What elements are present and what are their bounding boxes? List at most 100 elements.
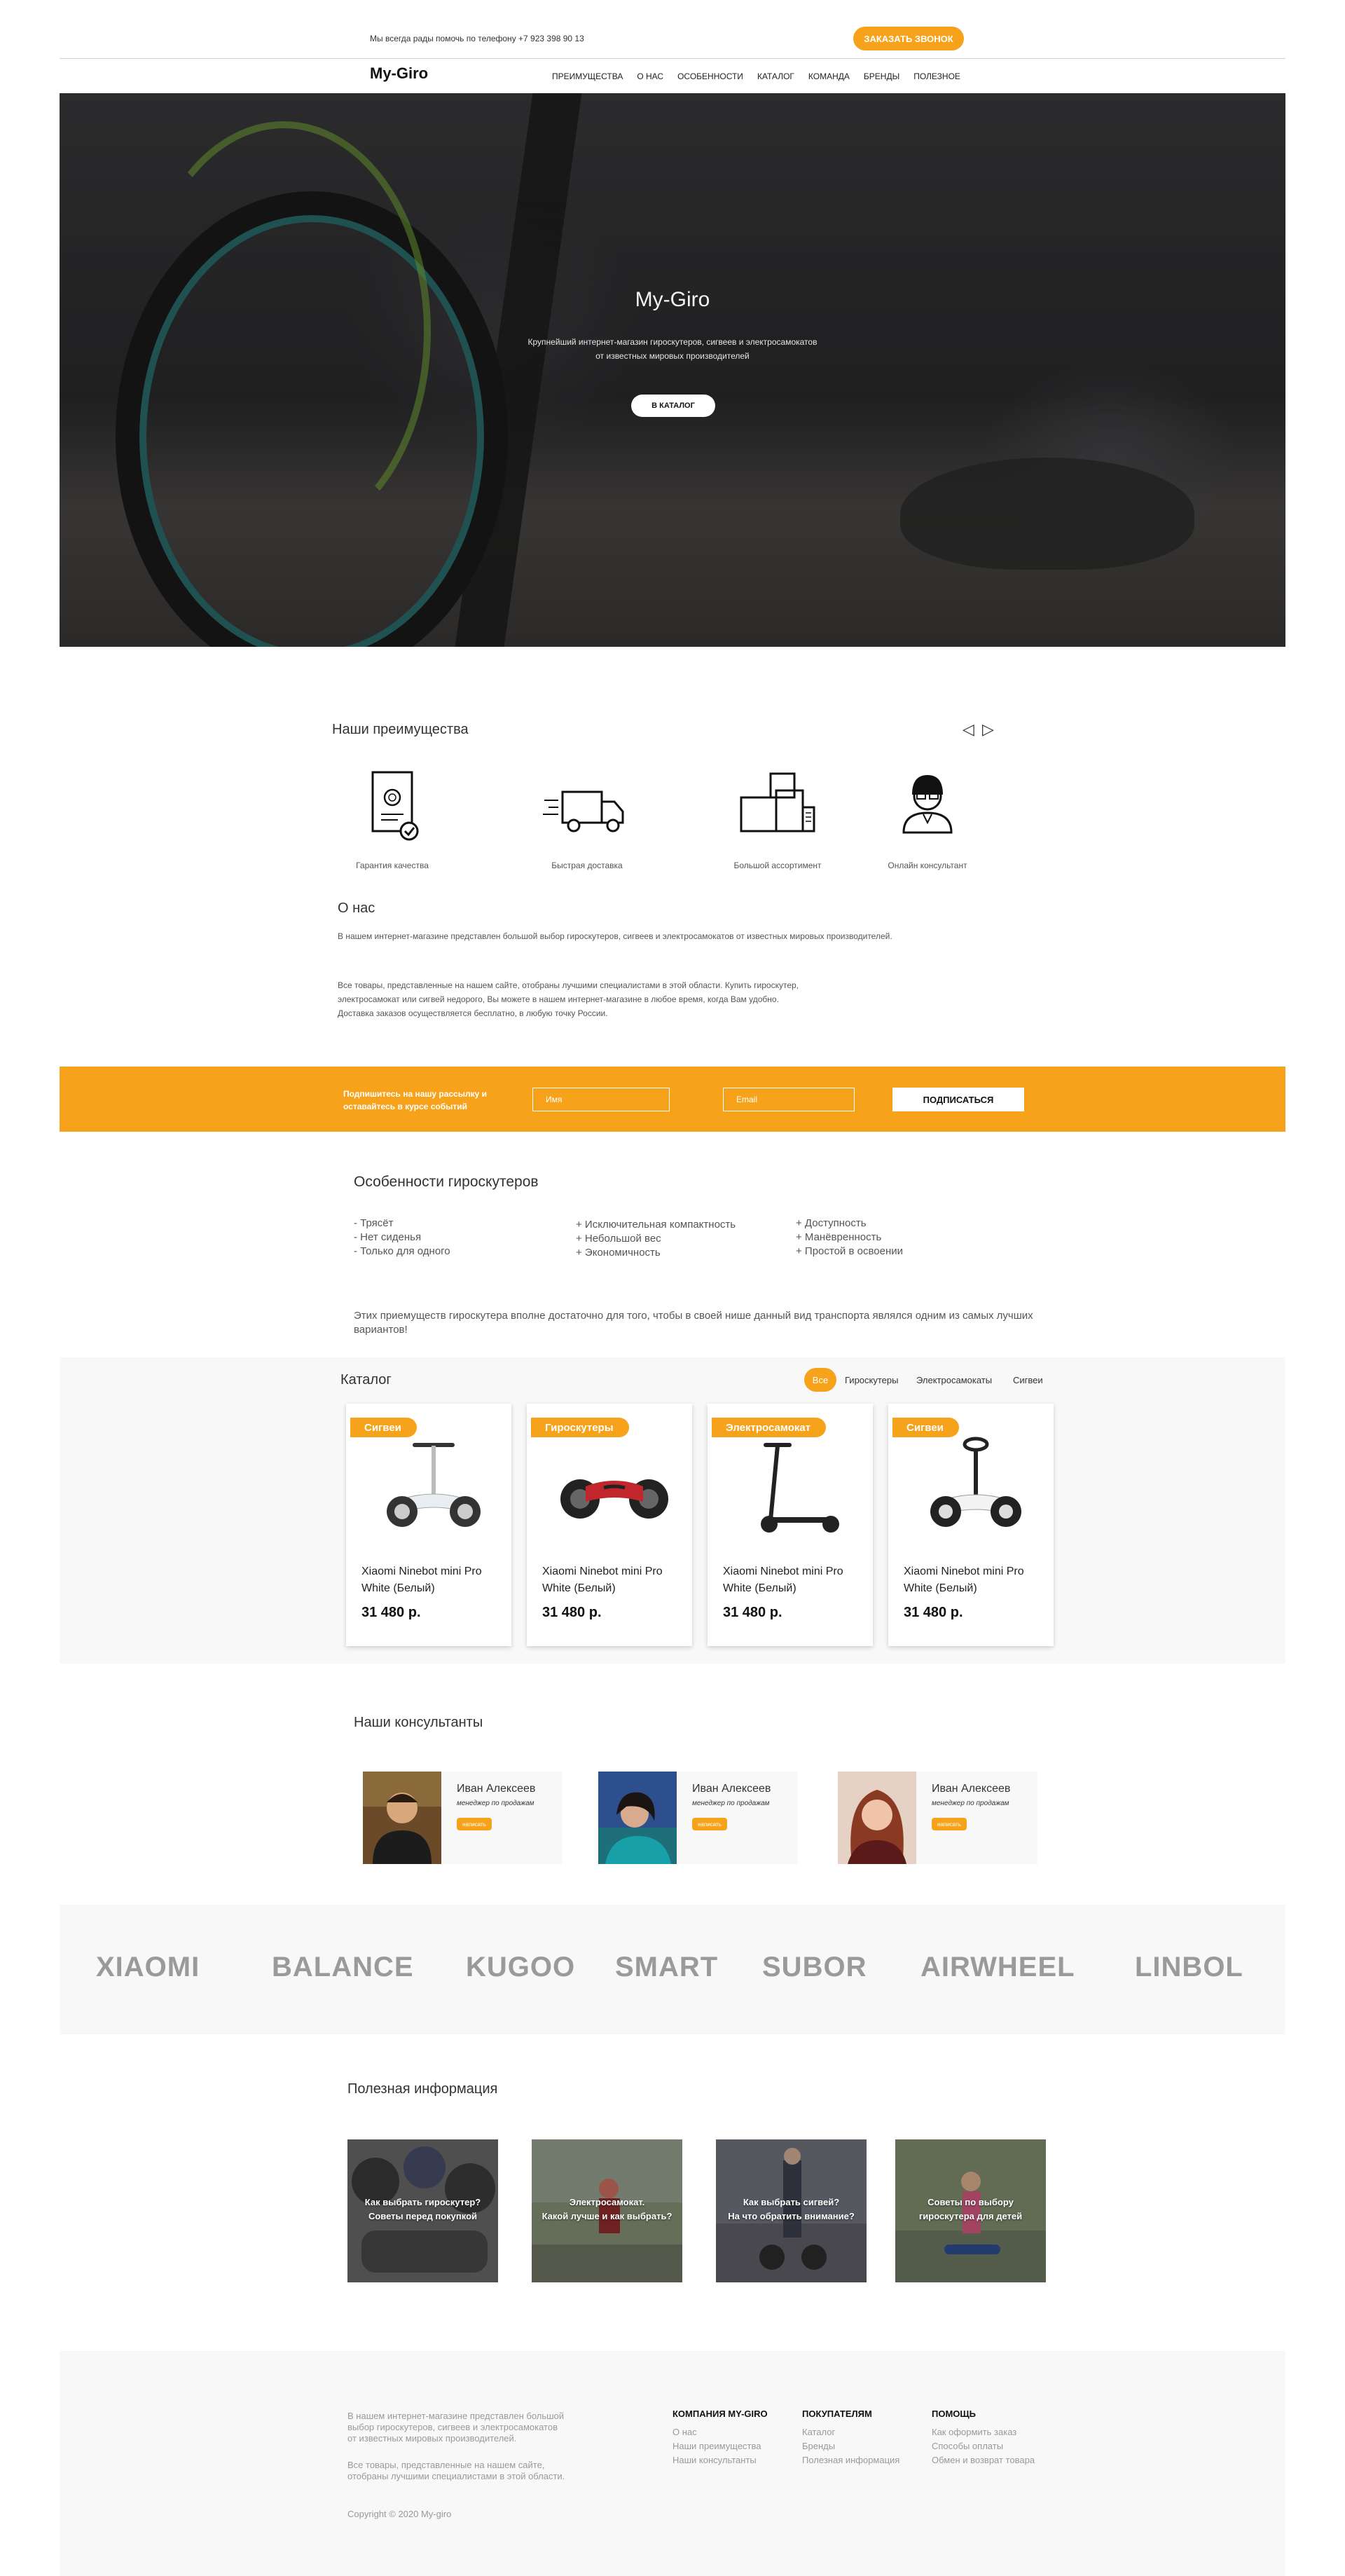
product-card[interactable]: Сигвеи Xiaomi Ninebot mini Pro White (Бе… <box>888 1404 1054 1646</box>
filter-segways[interactable]: Сигвеи <box>1005 1368 1051 1392</box>
features-title: Особенности гироскутеров <box>354 1174 539 1190</box>
article-title: Как выбрать гироскутер? Советы перед пок… <box>347 2195 498 2224</box>
consultant-role: менеджер по продажам <box>457 1800 534 1807</box>
article-card[interactable]: Как выбрать сигвей? На что обратить вним… <box>716 2139 867 2282</box>
footer-link[interactable]: Бренды <box>802 2441 835 2451</box>
product-card[interactable]: Электросамокат Xiaomi Ninebot mini Pro W… <box>708 1404 873 1646</box>
advantage-delivery: Быстрая доставка <box>510 769 664 870</box>
brand-logo-smart[interactable]: SMART <box>615 1952 718 1983</box>
hero-overlay <box>60 93 1285 647</box>
about-paragraph: В нашем интернет-магазине представлен бо… <box>338 931 892 941</box>
main-nav: Преимущества О нас Особенности Каталог К… <box>552 71 974 81</box>
filter-gyroscooters[interactable]: Гироскутеры <box>836 1368 906 1392</box>
nav-item-team[interactable]: Команда <box>808 71 850 81</box>
nav-item-catalog[interactable]: Каталог <box>757 71 794 81</box>
features-cons-list: - Трясёт - Нет сиденья - Только для одно… <box>354 1217 450 1259</box>
product-price: 31 480 р. <box>904 1605 963 1620</box>
product-card[interactable]: Сигвеи Xiaomi Ninebot mini Pro White (Бе… <box>346 1404 511 1646</box>
certificate-icon <box>371 771 419 841</box>
feature-item: - Трясёт <box>354 1217 394 1229</box>
footer-link[interactable]: Наши преимущества <box>672 2441 761 2451</box>
brand-logo-xiaomi[interactable]: XIAOMI <box>96 1952 200 1983</box>
product-card[interactable]: Гироскутеры Xiaomi Ninebot mini Pro Whit… <box>527 1404 692 1646</box>
nav-item-features[interactable]: Особенности <box>677 71 743 81</box>
hero-subtitle: Крупнейший интернет-магазин гироскутеров… <box>480 335 865 363</box>
footer-link[interactable]: Каталог <box>802 2427 835 2437</box>
footer-link[interactable]: О нас <box>672 2427 697 2437</box>
footer-text-line: отобраны лучшими специалистами в этой об… <box>347 2471 565 2481</box>
footer-column-title: Помощь <box>932 2409 976 2419</box>
nav-item-brands[interactable]: Бренды <box>864 71 899 81</box>
brand-logo-balance[interactable]: BALANCE <box>272 1952 414 1983</box>
filter-all[interactable]: Все <box>804 1368 836 1392</box>
brand-logo-subor[interactable]: SUBOR <box>762 1952 867 1983</box>
product-name: Xiaomi Ninebot mini Pro White (Белый) <box>723 1566 843 1594</box>
prev-arrow-icon[interactable]: ◁ <box>963 720 974 739</box>
subscribe-text: Подпишитесь на нашу рассылку и оставайте… <box>343 1089 487 1111</box>
advantage-assortment: Большой ассортимент <box>701 769 855 870</box>
feature-item: + Небольшой вес <box>576 1233 661 1245</box>
footer-link[interactable]: Способы оплаты <box>932 2441 1003 2451</box>
article-card[interactable]: Как выбрать гироскутер? Советы перед пок… <box>347 2139 498 2282</box>
article-title: Советы по выбору гироскутера для детей <box>895 2195 1046 2224</box>
footer-link[interactable]: Обмен и возврат товара <box>932 2455 1035 2465</box>
article-title: Как выбрать сигвей? На что обратить вним… <box>716 2195 867 2224</box>
consultant-avatar <box>363 1772 441 1864</box>
catalog-title: Каталог <box>340 1372 392 1388</box>
features-summary: Этих приемуществ гироскутера вполне дост… <box>354 1310 1033 1336</box>
nav-item-useful[interactable]: Полезное <box>913 71 960 81</box>
copyright: Copyright © 2020 My-giro <box>347 2509 452 2519</box>
consultant-name: Иван Алексеев <box>932 1783 1011 1795</box>
footer-text-line: В нашем интернет-магазине представлен бо… <box>347 2411 565 2421</box>
useful-title: Полезная информация <box>347 2081 498 2097</box>
feature-item: + Манёвренность <box>796 1231 882 1243</box>
write-consultant-button[interactable]: написать <box>457 1818 492 1830</box>
footer-link[interactable]: Полезная информация <box>802 2455 899 2465</box>
footer-about-text: В нашем интернет-магазине представлен бо… <box>347 2411 600 2444</box>
consultant-role: менеджер по продажам <box>692 1800 770 1807</box>
advantage-label: Онлайн консультант <box>888 861 967 870</box>
feature-item: - Только для одного <box>354 1245 450 1257</box>
product-name: Xiaomi Ninebot mini Pro White (Белый) <box>361 1566 482 1594</box>
brand-logo-kugoo[interactable]: KUGOO <box>466 1952 575 1983</box>
consultant-icon <box>902 775 953 834</box>
nav-item-advantages[interactable]: Преимущества <box>552 71 623 81</box>
nav-item-about[interactable]: О нас <box>637 71 663 81</box>
brand-logo-linbol[interactable]: LINBOL <box>1135 1952 1243 1983</box>
article-card[interactable]: Электросамокат. Какой лучше и как выбрат… <box>532 2139 682 2282</box>
site-logo[interactable]: My-Giro <box>370 64 428 83</box>
footer-link[interactable]: Наши консультанты <box>672 2455 757 2465</box>
write-consultant-button[interactable]: написать <box>692 1818 727 1830</box>
product-category-badge: Сигвеи <box>350 1418 417 1437</box>
filter-escooters[interactable]: Электросамокаты <box>908 1368 1000 1392</box>
advantage-label: Большой ассортимент <box>733 861 822 870</box>
support-phone-text: Мы всегда рады помочь по телефону +7 923… <box>370 34 584 43</box>
feature-item: + Доступность <box>796 1217 867 1229</box>
order-callback-button[interactable]: ЗАКАЗАТЬ ЗВОНОК <box>853 27 964 50</box>
product-image <box>387 1443 481 1527</box>
footer-column-title: Покупателям <box>802 2409 872 2419</box>
to-catalog-button[interactable]: В КАТАЛОГ <box>631 395 715 417</box>
next-arrow-icon[interactable]: ▷ <box>982 720 994 739</box>
article-title-line: Какой лучше и как выбрать? <box>542 2211 672 2221</box>
features-pros-list: + Исключительная компактность + Небольшо… <box>576 1218 736 1260</box>
write-consultant-button[interactable]: написать <box>932 1818 967 1830</box>
feature-item: + Исключительная компактность <box>576 1219 736 1231</box>
hero-subtitle-line: Крупнейший интернет-магазин гироскутеров… <box>527 337 818 347</box>
article-card[interactable]: Советы по выбору гироскутера для детей <box>895 2139 1046 2282</box>
consultant-role: менеджер по продажам <box>932 1800 1009 1807</box>
about-paragraph: Все товары, представленные на нашем сайт… <box>338 978 912 1020</box>
feature-item: + Экономичность <box>576 1247 661 1259</box>
subscribe-name-input[interactable] <box>532 1088 670 1111</box>
brand-logo-airwheel[interactable]: AIRWHEEL <box>920 1952 1075 1983</box>
consultant-avatar <box>838 1772 916 1864</box>
subscribe-button[interactable]: ПОДПИСАТЬСЯ <box>892 1088 1024 1111</box>
product-name: Xiaomi Ninebot mini Pro White (Белый) <box>904 1566 1024 1594</box>
consultant-avatar <box>598 1772 677 1864</box>
product-price: 31 480 р. <box>361 1605 421 1620</box>
hero-banner: My-Giro Крупнейший интернет-магазин гиро… <box>60 93 1285 647</box>
subscribe-band <box>60 1067 1285 1132</box>
footer-link[interactable]: Как оформить заказ <box>932 2427 1016 2437</box>
subscribe-email-input[interactable] <box>723 1088 855 1111</box>
consultants-title: Наши консультанты <box>354 1715 483 1730</box>
